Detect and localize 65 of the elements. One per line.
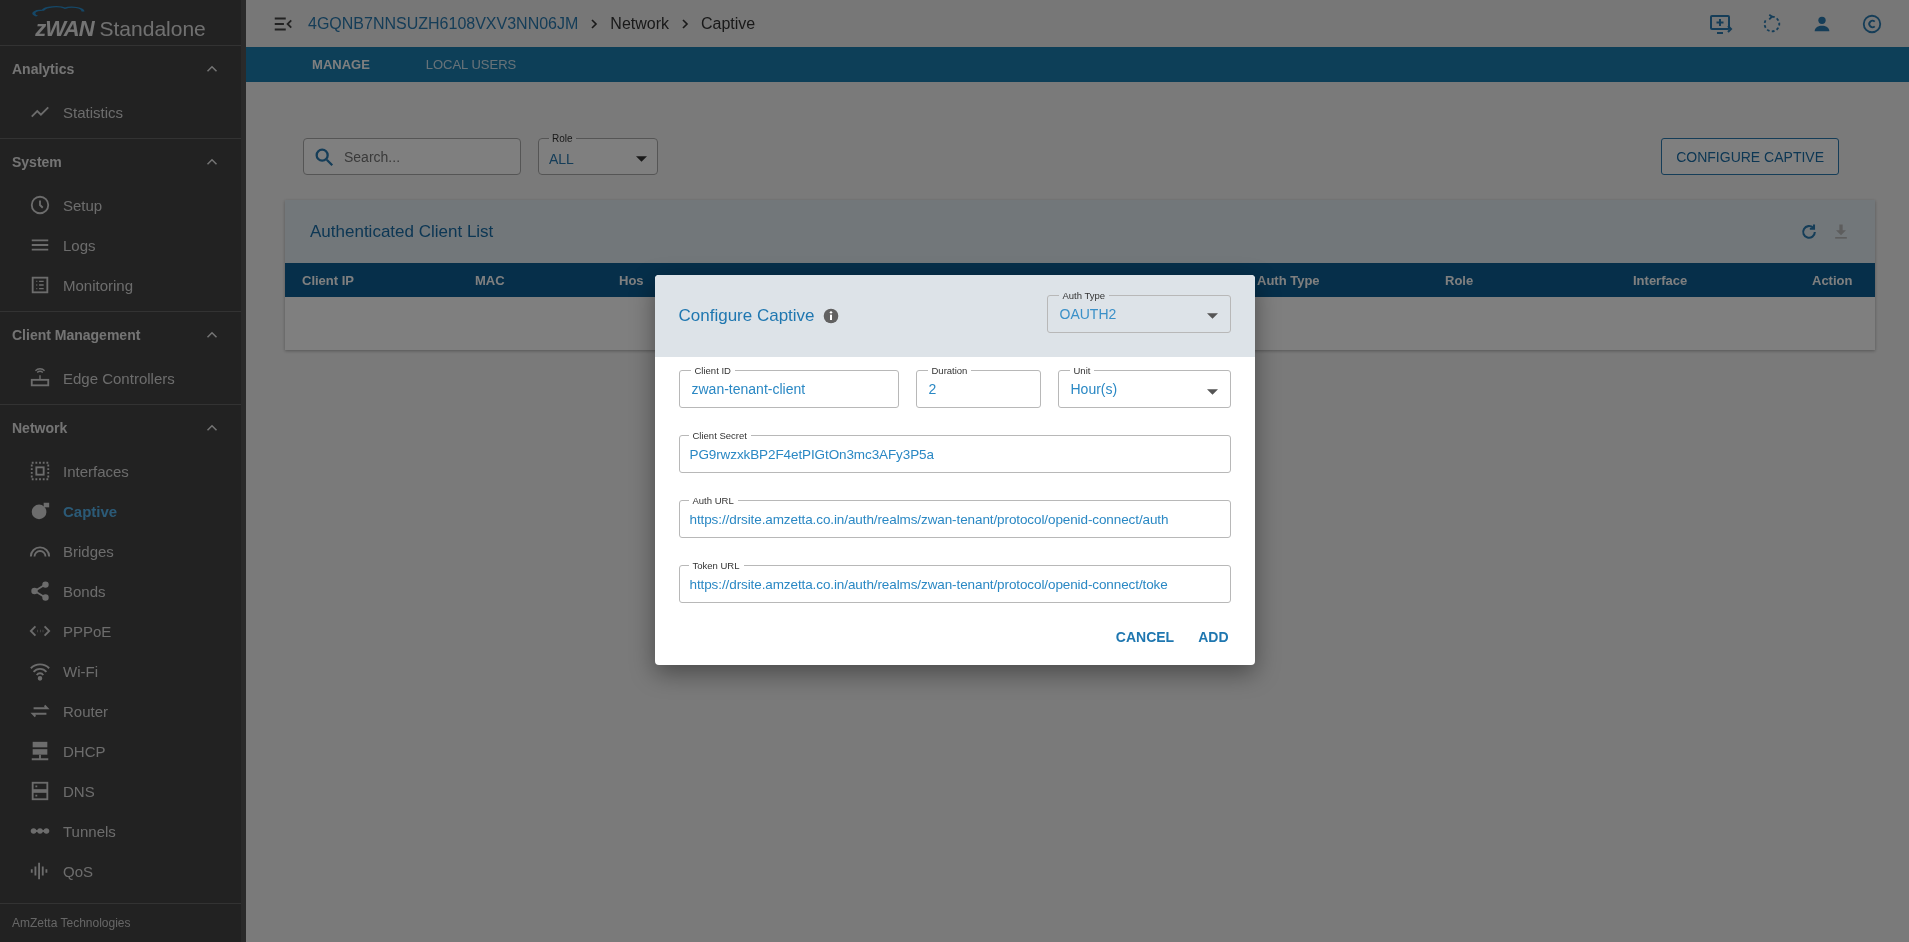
caret-icon [1206,313,1218,319]
tab[interactable]: LOCAL USERS [406,47,536,82]
nav-item[interactable]: PPPoE [0,611,241,651]
router-icon [29,367,51,389]
nav-item[interactable]: DHCP [0,731,241,771]
dotted-square-icon [29,460,51,482]
dialog-button[interactable]: ADD [1196,623,1231,651]
breadcrumb-item: Network [610,14,669,33]
info-icon[interactable] [822,308,839,324]
clock-icon [29,194,51,216]
column-header: Role [1445,272,1475,288]
nav-item[interactable]: Logs [0,225,241,265]
nav-item[interactable]: DNS [0,771,241,811]
nav-item[interactable]: Statistics [0,92,241,132]
nav-section-header[interactable]: System [0,139,241,185]
text-field[interactable]: Duration 2 [915,365,1041,408]
nav-item[interactable]: Bonds [0,571,241,611]
nav-item[interactable]: QoS [0,851,241,891]
dotted-line-icon [29,828,51,834]
column-header: Interface [1633,272,1689,288]
nav-section-header[interactable]: Network [0,405,241,451]
nav-section-header[interactable]: Client Management [0,312,241,358]
column-header: Client IP [302,272,355,288]
card-title: Authenticated Client List [310,221,495,242]
server-stack-icon [29,740,51,762]
column-header: Hos [619,272,645,288]
search-icon [313,146,335,168]
nav-item[interactable]: Edge Controllers [0,358,241,398]
configure-captive-button[interactable]: CONFIGURE CAPTIVE [1661,138,1839,175]
nav-item[interactable]: Captive [0,491,241,531]
auth-type-dropdown[interactable]: Auth Type OAUTH2 [1046,289,1231,333]
dialog-button[interactable]: CANCEL [1113,623,1177,651]
column-header: Action [1812,272,1853,288]
list-icon [29,274,51,296]
dialog-title: Configure Captive [678,306,815,326]
nav-item[interactable]: Monitoring [0,265,241,305]
caret-icon [1206,388,1218,395]
text-field[interactable]: Token URL https://drsite.amzetta.co.in/auth/realms/zwan-tenant/protocol/openid-connect/toke [678,560,1231,603]
dropdown-field[interactable]: Unit Hour(s) [1057,365,1231,408]
breadcrumb-item: Captive [701,14,756,33]
column-header: Auth Type [1257,272,1321,288]
text-field[interactable]: Client ID zwan-tenant-client [678,365,899,408]
column-header: MAC [475,272,506,288]
search-field[interactable]: Search... [303,138,521,175]
logo-wordmark: zWAN [35,17,94,41]
server-icon [29,780,51,802]
caret-icon [636,156,647,162]
tab[interactable]: MANAGE [276,47,406,82]
nav-item[interactable]: Wi-Fi [0,651,241,691]
restore-icon[interactable] [1761,12,1783,35]
text-field[interactable]: Auth URL https://drsite.amzetta.co.in/auth/realms/zwan-tenant/protocol/openid-connect/auth [678,495,1231,538]
breadcrumb-link[interactable]: 4GQNB7NNSUZH6108VXV3NN06JM [308,14,579,33]
text-field[interactable]: Client Secret PG9rwzxkBP2F4etPIGtOn3mc3AFy3P5a [678,430,1231,473]
nav-item[interactable]: Tunnels [0,811,241,851]
nav-item[interactable]: Router [0,691,241,731]
footer-text: AmZetta Technologies [0,903,241,942]
globe-lock-icon [29,500,51,522]
nav-item[interactable]: Bridges [0,531,241,571]
role-dropdown[interactable]: Role ALL [538,133,658,175]
copyright-icon[interactable] [1861,12,1883,35]
nav-item[interactable]: Interfaces [0,451,241,491]
product-name: Standalone [99,17,206,41]
nav-item[interactable]: Setup [0,185,241,225]
nav-section-header[interactable]: Analytics [0,46,241,92]
share-icon [29,580,51,602]
